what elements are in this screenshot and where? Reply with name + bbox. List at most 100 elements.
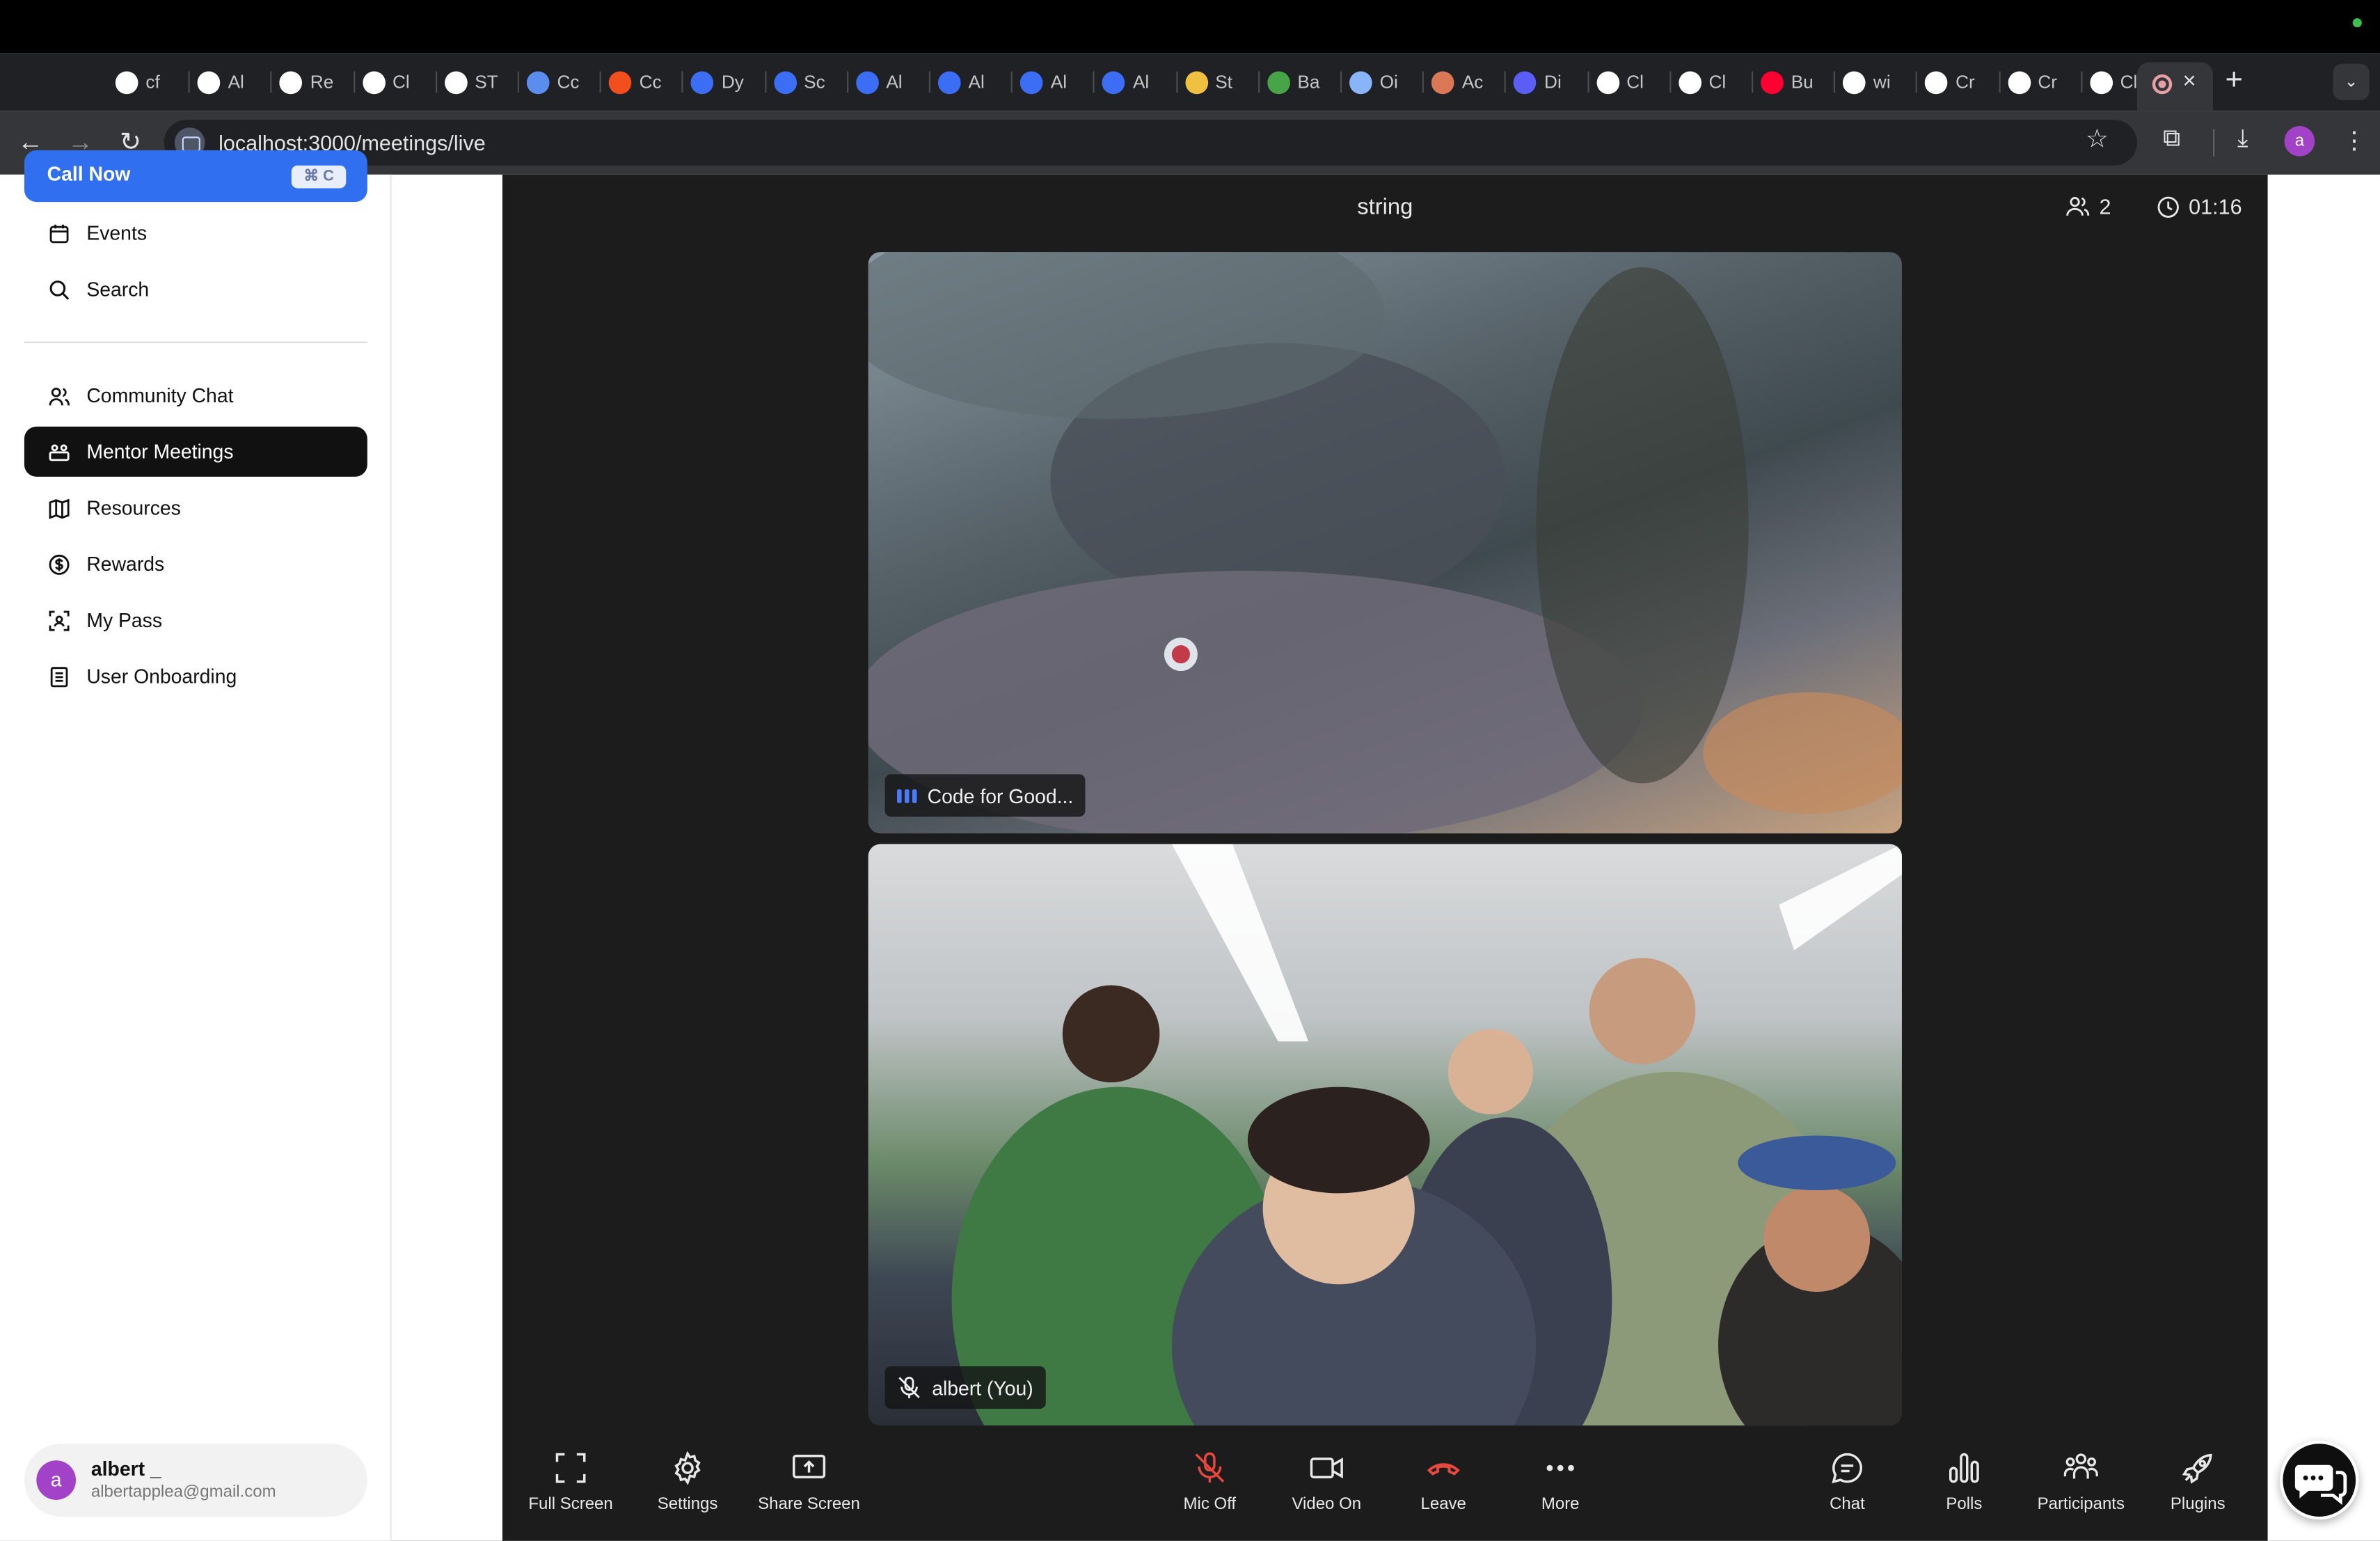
tab-active[interactable]: × — [2137, 62, 2214, 111]
mic-off-icon — [1195, 1452, 1225, 1483]
profile-avatar[interactable]: a — [2284, 126, 2315, 157]
control-label: Mic Off — [1183, 1495, 1237, 1514]
sidebar-item-label: Community Chat — [86, 384, 234, 407]
browser-tab[interactable]: Al — [1102, 65, 1172, 99]
browser-tab[interactable]: Cl — [1596, 65, 1666, 99]
dollar-icon — [49, 553, 70, 575]
browser-tab[interactable]: Al — [937, 65, 1008, 99]
app-icon — [691, 70, 714, 94]
participants-button[interactable]: Participants — [2013, 1450, 2149, 1514]
browser-tab[interactable]: Cr — [1925, 65, 1995, 99]
tab-separator — [188, 71, 191, 93]
address-bar[interactable]: localhost:3000/meetings/live ☆ — [164, 120, 2138, 166]
share-screen-icon — [792, 1454, 826, 1478]
video-on-button[interactable]: Video On — [1258, 1450, 1395, 1514]
new-tab-button[interactable]: + — [2226, 64, 2243, 99]
video-tile-self[interactable]: albert (You) — [868, 844, 1902, 1426]
browser-tab[interactable]: St — [1184, 65, 1255, 99]
browser-tab[interactable]: Di — [1514, 65, 1583, 99]
tab-search-button[interactable]: ⌄ — [2333, 63, 2370, 100]
sidebar-item-resources[interactable]: Resources — [24, 483, 367, 533]
sidebar-item-search[interactable]: Search — [24, 264, 367, 315]
video-feed-self — [951, 844, 1902, 1426]
support-chat-button[interactable] — [2280, 1440, 2359, 1520]
extensions-icon[interactable]: ⧉ — [2163, 126, 2180, 153]
browser-tab[interactable]: Bu — [1761, 65, 1830, 99]
more-button[interactable]: More — [1492, 1450, 1628, 1514]
polls-button[interactable]: Polls — [1896, 1450, 2032, 1514]
tab-separator — [1834, 71, 1836, 93]
call-now-button[interactable]: Call Now ⌘ C — [24, 150, 367, 203]
sidebar-divider — [24, 341, 367, 343]
browser-tab[interactable]: wi — [1843, 65, 1912, 99]
app-icon — [855, 70, 879, 94]
browser-tab[interactable]: Cc — [526, 65, 596, 99]
sidebar-item-user-onboarding[interactable]: User Onboarding — [24, 651, 367, 702]
sidebar-item-label: Resources — [86, 496, 181, 519]
tab-title: St — [1215, 71, 1232, 93]
browser-menu-icon[interactable]: ⋮ — [2342, 126, 2366, 157]
close-tab-icon[interactable]: × — [2182, 68, 2196, 94]
gear-icon — [674, 1451, 701, 1485]
browser-tab[interactable]: Al — [1020, 65, 1090, 99]
browser-tab[interactable]: Oi — [1349, 65, 1419, 99]
browser-tab[interactable]: Cr — [2007, 65, 2077, 99]
wordpress-icon — [444, 70, 468, 94]
bookmark-star-icon[interactable]: ☆ — [2086, 125, 2109, 155]
meeting-title: string — [1357, 194, 1413, 221]
full-screen-button[interactable]: Full Screen — [502, 1450, 639, 1514]
tab-title: Re — [310, 71, 334, 93]
sidebar-item-mentor-meetings[interactable]: Mentor Meetings — [24, 426, 367, 477]
tab-title: Al — [1132, 71, 1150, 93]
tile-name: albert (You) — [932, 1376, 1033, 1399]
wordpress-icon — [362, 70, 386, 94]
tab-separator — [517, 71, 519, 93]
tab-separator — [764, 71, 766, 93]
tab-title: Cr — [2038, 71, 2057, 93]
sidebar-item-community-chat[interactable]: Community Chat — [24, 370, 367, 420]
share-screen-button[interactable]: Share Screen — [740, 1450, 877, 1514]
browser-tab[interactable]: Al — [197, 65, 267, 99]
mic-off-button[interactable]: Mic Off — [1141, 1450, 1278, 1514]
tab-separator — [682, 71, 684, 93]
browser-tab[interactable]: Cc — [609, 65, 679, 99]
participant-count: 2 — [2066, 194, 2111, 219]
settings-button[interactable]: Settings — [619, 1450, 756, 1514]
control-label: Settings — [657, 1495, 718, 1514]
users-icon — [49, 385, 70, 406]
video-tile-remote[interactable]: Code for Good... — [868, 252, 1902, 834]
browser-tab[interactable]: Sc — [773, 65, 843, 99]
tab-title: Al — [228, 71, 244, 93]
sidebar-item-events[interactable]: Events — [24, 208, 367, 258]
sidebar-item-rewards[interactable]: Rewards — [24, 539, 367, 589]
control-label: Share Screen — [758, 1495, 860, 1514]
tab-title: Cc — [557, 71, 580, 93]
tile-label: albert (You) — [884, 1366, 1046, 1409]
download-icon[interactable]: ⤓ — [2237, 126, 2248, 153]
browser-tab[interactable]: Re — [280, 65, 349, 99]
chat-button[interactable]: Chat — [1779, 1450, 1915, 1514]
browser-tab[interactable]: Dy — [691, 65, 761, 99]
user-profile-card[interactable]: a albert _ albertapplea@gmail.com — [24, 1444, 367, 1517]
plugins-button[interactable]: Plugins — [2129, 1450, 2266, 1514]
browser-tab[interactable]: Cl — [1678, 65, 1748, 99]
triangle-icon — [1925, 70, 1949, 94]
more-icon — [1546, 1464, 1574, 1471]
figma-icon — [609, 70, 632, 94]
user-name: albert _ — [90, 1457, 161, 1480]
triangle-icon — [1678, 70, 1701, 94]
browser-tab[interactable]: Cl — [362, 65, 431, 99]
tab-separator — [1011, 71, 1013, 93]
sidebar-item-my-pass[interactable]: My Pass — [24, 595, 367, 645]
leave-button[interactable]: Leave — [1375, 1450, 1512, 1514]
control-label: Plugins — [2170, 1495, 2226, 1514]
browser-tab[interactable]: ST — [444, 65, 514, 99]
browser-tab[interactable]: Al — [855, 65, 926, 99]
browser-tab[interactable]: Ba — [1267, 65, 1337, 99]
sidebar-item-label: User Onboarding — [86, 665, 237, 688]
call-now-label: Call Now — [47, 162, 131, 186]
avatar: a — [36, 1460, 77, 1500]
browser-tab[interactable]: Ac — [1431, 65, 1501, 99]
tab-separator — [435, 71, 437, 93]
browser-tab[interactable]: cf — [115, 65, 185, 99]
